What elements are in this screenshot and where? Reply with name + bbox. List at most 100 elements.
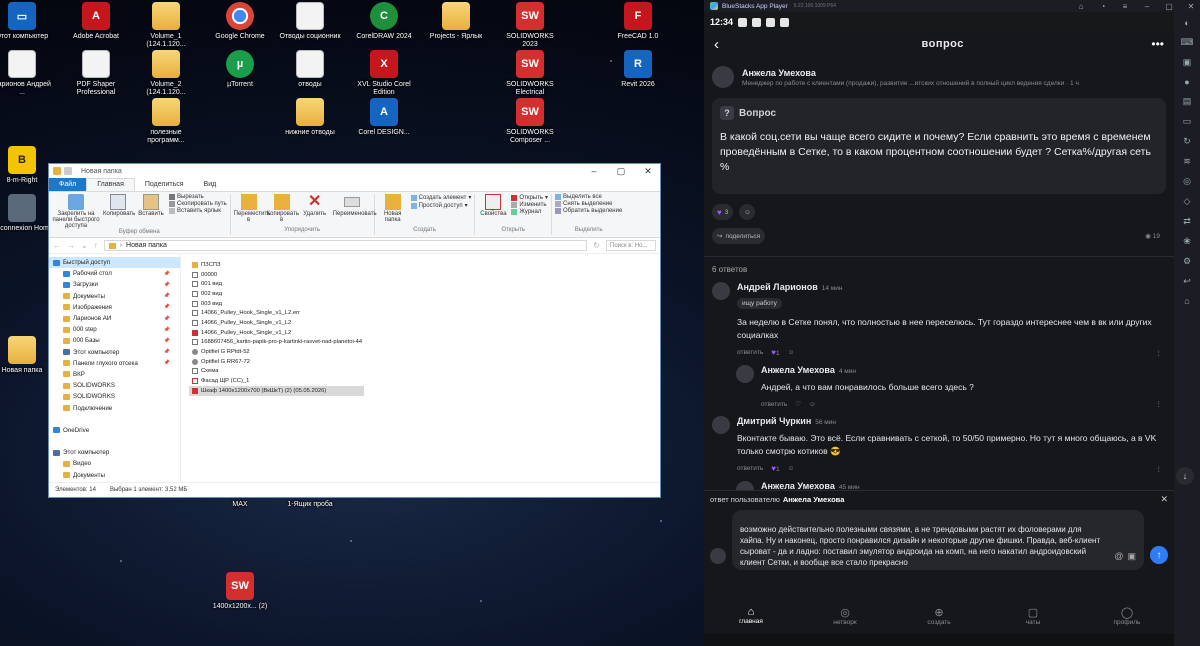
file-row[interactable]: 14066_Pulley_Hook_Single_v1_L2 — [189, 318, 364, 328]
screenshot-icon[interactable]: ▣ — [1183, 57, 1192, 68]
history-button[interactable]: Журнал — [511, 209, 548, 215]
home-icon[interactable]: ⌂ — [1184, 296, 1189, 306]
paste-button[interactable]: Вставить — [136, 194, 166, 217]
pin-icon[interactable]: 📌 — [164, 349, 170, 355]
desktop-icon[interactable]: ▭ Этот компьютер — [0, 2, 54, 41]
forward-arrow-icon[interactable]: → — [67, 241, 75, 250]
file-row[interactable]: Фасад ЩР (СС)_1 — [189, 376, 364, 386]
move-to-button[interactable]: Переместить в — [234, 194, 270, 223]
like-button[interactable]: ♡ — [795, 400, 801, 408]
send-button[interactable]: ↑ — [1150, 546, 1168, 564]
author-name[interactable]: Анжела Умехова — [742, 68, 1157, 78]
nav-item[interactable]: Панели глухого отсека 📌 — [49, 358, 180, 369]
nav-home[interactable]: ⌂ главная — [704, 602, 798, 634]
more-icon[interactable]: ⋮ — [1156, 465, 1163, 473]
comment-author[interactable]: Дмитрий Чуркин 56 мин — [737, 416, 1166, 426]
desktop-icon[interactable]: X XVL Studio Corel Edition — [352, 50, 416, 97]
desktop-icon[interactable]: µ µTorrent — [208, 50, 272, 89]
nav-create[interactable]: ⊕ создать — [892, 602, 986, 634]
pin-quick-access-button[interactable]: Закрепить на панели быстрого доступа — [52, 194, 100, 229]
pin-icon[interactable]: 📌 — [164, 327, 170, 333]
minimize-button[interactable]: – — [1138, 2, 1156, 11]
reply-button[interactable]: ответить — [737, 349, 763, 356]
desktop-icon[interactable]: Новая папка — [0, 336, 54, 375]
home-icon[interactable]: ⌂ — [1072, 2, 1090, 11]
nav-profile[interactable]: ◯ профиль — [1080, 602, 1174, 634]
settings-icon[interactable]: ⚙ — [1183, 256, 1191, 267]
desktop-icon[interactable]: отводы — [278, 50, 342, 89]
desktop-icon[interactable]: R Revit 2026 — [606, 50, 670, 89]
nav-item[interactable]: Загрузки — [49, 481, 180, 482]
nav-item[interactable]: OneDrive — [49, 425, 180, 436]
post-author[interactable]: Анжела Умехова Менеджер по работе с клие… — [704, 56, 1174, 88]
desktop-icon[interactable]: Ларионов Андрей ... — [0, 50, 54, 97]
back-icon[interactable]: ↩ — [1183, 276, 1191, 287]
desktop-icon[interactable]: A Adobe Acrobat — [64, 2, 128, 41]
pin-icon[interactable]: 📌 — [164, 293, 170, 299]
desktop-icon[interactable]: SW SOLIDWORKS 2023 — [498, 2, 562, 49]
pin-icon[interactable]: 📌 — [164, 271, 170, 277]
pin-icon[interactable]: 📌 — [164, 282, 170, 288]
add-reaction-icon[interactable]: ☺ — [739, 204, 756, 220]
pin-icon[interactable]: 📌 — [164, 316, 170, 322]
nav-item[interactable]: SOLIDWORKS — [49, 380, 180, 391]
select-all-button[interactable]: Выделить все — [555, 194, 622, 200]
close-button[interactable]: ✕ — [636, 166, 660, 177]
file-row[interactable]: ПЗСПЗ — [189, 260, 364, 270]
nav-item[interactable]: SOLIDWORKS — [49, 391, 180, 402]
avatar[interactable] — [712, 416, 730, 434]
nav-item[interactable]: Ларионов АИ 📌 — [49, 313, 180, 324]
more-icon[interactable]: ••• — [1151, 37, 1164, 51]
invert-selection-button[interactable]: Обратить выделение — [555, 208, 622, 214]
search-input[interactable]: Поиск в: Но... — [606, 240, 656, 251]
quick-access-toolbar-icon[interactable] — [64, 167, 72, 175]
nav-item[interactable]: Изображения 📌 — [49, 302, 180, 313]
maximize-button[interactable]: ▢ — [609, 166, 633, 177]
bell-icon[interactable]: ◔ — [1094, 2, 1112, 11]
add-reaction-icon[interactable]: ☺ — [788, 349, 795, 356]
copy-button[interactable]: Копировать — [103, 194, 135, 217]
file-row[interactable]: Optifiel G RR67-72 — [189, 357, 364, 367]
desktop-icon[interactable]: C CorelDRAW 2024 — [352, 2, 416, 41]
volume-icon[interactable]: ◐ — [1184, 18, 1189, 28]
apk-icon[interactable]: ▤ — [1183, 96, 1192, 107]
reply-button[interactable]: ответить — [737, 465, 763, 472]
file-row[interactable]: 001 вид — [189, 279, 364, 289]
desktop-icon[interactable]: SW SOLIDWORKS Composer ... — [498, 98, 562, 145]
desktop-icon[interactable]: Google Chrome — [208, 2, 272, 41]
file-row[interactable]: Optifiel G RPtdt-52 — [189, 347, 364, 357]
comment-author[interactable]: Анжела Умехова 4 мин — [761, 365, 1166, 375]
share-button[interactable]: ↪ поделиться — [712, 228, 766, 244]
address-bar[interactable]: › Новая папка — [103, 240, 588, 251]
tab-file[interactable]: Файл — [49, 178, 87, 191]
desktop-icon[interactable]: Volume_1 (124.1.120... — [134, 2, 198, 49]
desktop-icon[interactable]: SW 1400x1200x... (2) — [208, 572, 272, 611]
avatar[interactable] — [736, 365, 754, 383]
tab-share[interactable]: Поделиться — [135, 178, 194, 191]
desktop-icon[interactable]: A Corel DESIGN... — [352, 98, 416, 137]
avatar[interactable] — [712, 282, 730, 300]
file-row[interactable]: 14066_Pulley_Hook_Single_v1_L2.err — [189, 308, 364, 318]
nav-item[interactable]: 000 Базы 📌 — [49, 335, 180, 346]
maximize-button[interactable]: ▢ — [1160, 2, 1178, 11]
more-icon[interactable]: ⋮ — [1156, 349, 1163, 357]
back-arrow-icon[interactable]: ← — [53, 241, 61, 250]
add-reaction-icon[interactable]: ☺ — [809, 401, 816, 408]
nav-item[interactable]: Документы 📌 — [49, 291, 180, 302]
comment-author[interactable]: Андрей Ларионов 14 мин — [737, 282, 1166, 292]
file-row[interactable]: 003 вид — [189, 299, 364, 309]
nav-item[interactable]: Рабочий стол 📌 — [49, 268, 180, 279]
desktop-icon[interactable]: Отводы соционник — [278, 2, 342, 41]
desktop-icon[interactable]: нижние отводы — [278, 98, 342, 137]
nav-item[interactable]: Документы — [49, 470, 180, 481]
desktop-icon[interactable]: B 8-m-Right — [0, 146, 54, 185]
nav-item[interactable]: Загрузки 📌 — [49, 279, 180, 290]
recent-chevron-icon[interactable]: ⌄ — [81, 241, 88, 250]
like-button[interactable]: ♥1 — [771, 348, 779, 357]
reply-input[interactable]: возможно действительно полезными связями… — [732, 510, 1144, 570]
desktop-icon[interactable]: F FreeCAD 1.0 — [606, 2, 670, 41]
new-folder-button[interactable]: Новая папка — [378, 194, 408, 223]
file-row[interactable]: 1688607456_kartin-papik-pro-p-kartinki-r… — [189, 338, 364, 348]
properties-button[interactable]: Свойства — [478, 194, 508, 217]
macro-icon[interactable]: ◇ — [1184, 196, 1191, 207]
